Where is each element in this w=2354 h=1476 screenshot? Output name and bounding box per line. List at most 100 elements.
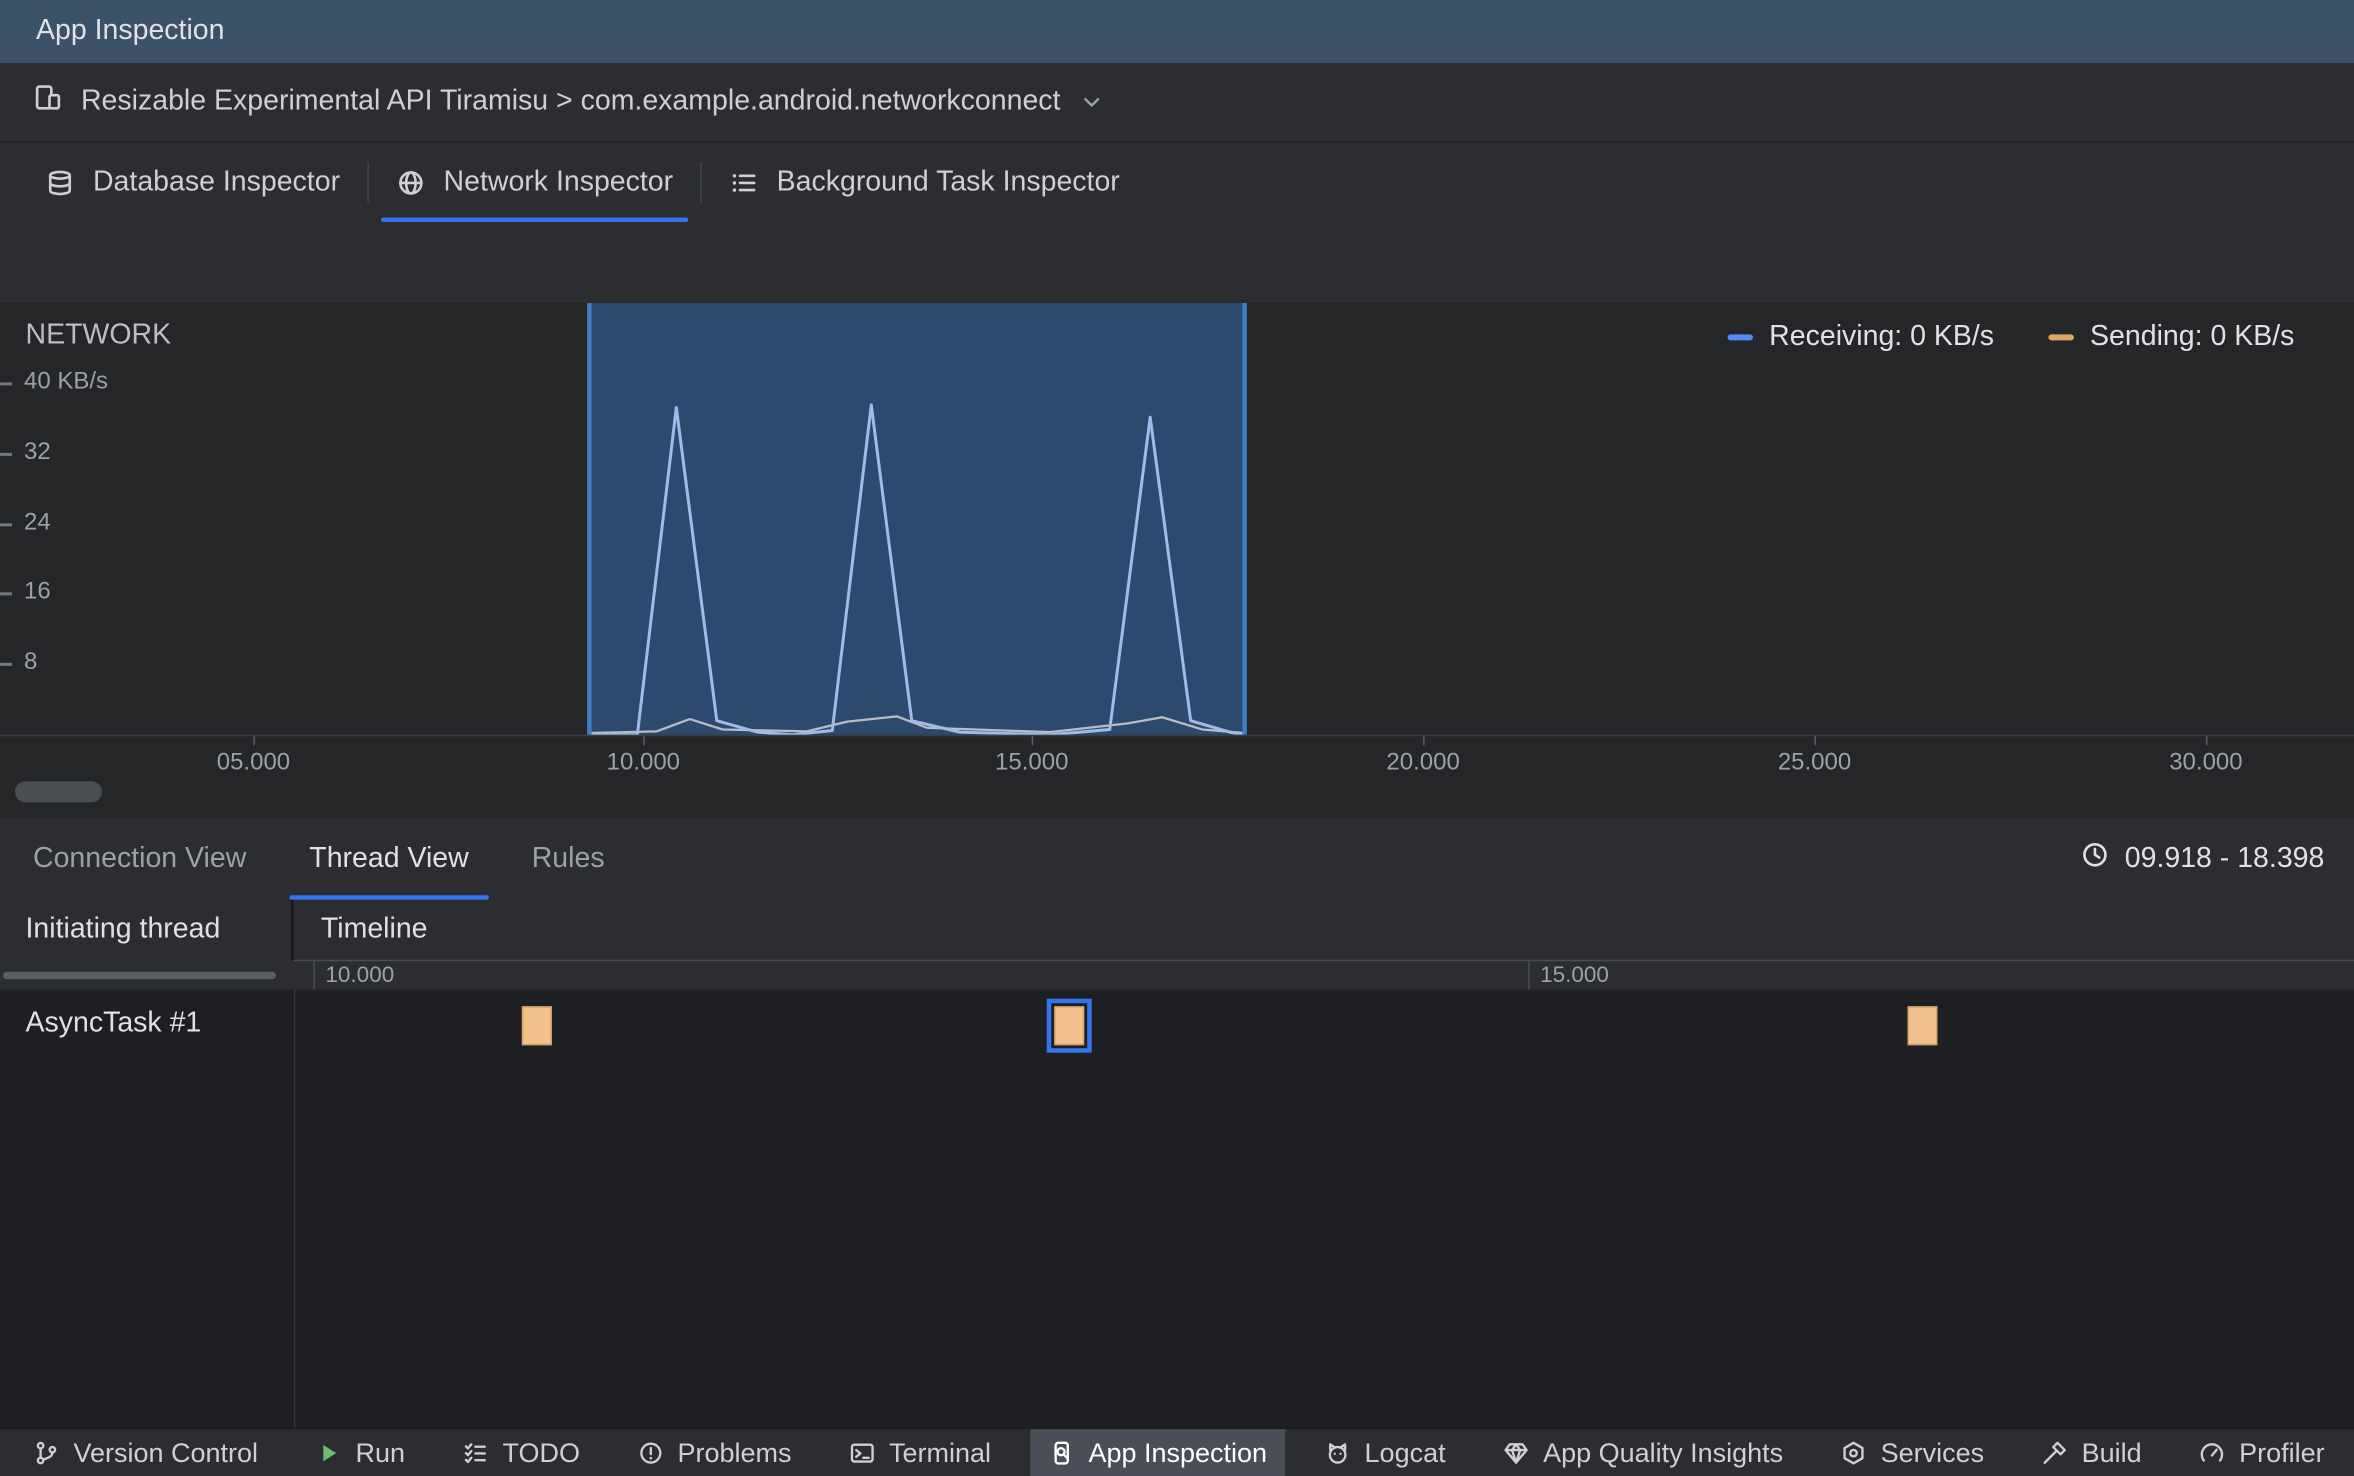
device-icon-slot	[33, 82, 63, 121]
view-tab-label: Thread View	[309, 842, 469, 874]
layout-device-icon	[35, 85, 61, 110]
toolwindow-button-services[interactable]: Services	[1822, 1429, 2002, 1476]
toolwindow-button-label: Logcat	[1364, 1437, 1446, 1468]
todo-icon	[464, 1443, 487, 1464]
view-tab-thread-view[interactable]: Thread View	[278, 817, 500, 900]
toolwindow-button-label: Problems	[677, 1437, 792, 1468]
toolwindow-button-label: Terminal	[888, 1437, 992, 1468]
tab-label: Database Inspector	[92, 165, 341, 198]
view-tab-label: Rules	[531, 842, 605, 874]
column-header-timeline: Timeline	[320, 913, 428, 945]
column-header-initiating-thread: Initiating thread	[0, 899, 294, 960]
process-selector-label: Resizable Experimental API Tiramisu > co…	[80, 85, 1061, 117]
thread-column-scrollbar[interactable]	[2, 971, 276, 980]
selection-right-edge[interactable]	[1242, 302, 1247, 735]
ruler-mark-line	[313, 959, 315, 990]
globe-icon	[398, 170, 423, 195]
selection-left-edge[interactable]	[587, 302, 592, 735]
toolwindow-button-todo[interactable]: TODO	[444, 1429, 598, 1476]
x-axis-label: 20.000	[1386, 749, 1460, 776]
selection-region[interactable]	[589, 302, 1245, 735]
tab-label: Network Inspector	[443, 165, 674, 198]
toolwindow-button-label: Build	[2081, 1437, 2142, 1468]
thread-table-body: AsyncTask #1	[0, 989, 2354, 1428]
toolwindow-button-label: TODO	[502, 1437, 581, 1468]
app-inspection-window: App Inspection Resizable Experimental AP…	[0, 0, 2354, 1476]
empty-toolbar-strip	[0, 221, 2354, 303]
tool-window-titlebar: App Inspection	[0, 0, 2354, 63]
toolwindow-button-logcat[interactable]: Logcat	[1306, 1429, 1464, 1476]
thread-table-header: Initiating thread Timeline	[0, 899, 2354, 962]
toolwindow-button-label: Profiler	[2239, 1437, 2325, 1468]
toolwindow-button-version-control[interactable]: Version Control	[15, 1429, 276, 1476]
x-axis-label: 30.000	[2169, 749, 2243, 776]
page-title: App Inspection	[35, 14, 225, 47]
branch-icon	[36, 1441, 57, 1465]
x-axis-tick	[1423, 736, 1425, 746]
selected-range-indicator: 09.918 - 18.398	[2080, 817, 2325, 899]
selected-range-label: 09.918 - 18.398	[2124, 842, 2325, 874]
toolwindow-button-run[interactable]: Run	[297, 1429, 423, 1476]
network-event-block[interactable]	[1907, 1006, 1938, 1046]
timeline-ruler: 10.000 15.000	[0, 959, 2354, 990]
thread-row-label: AsyncTask #1	[25, 1007, 202, 1040]
process-selector[interactable]: Resizable Experimental API Tiramisu > co…	[0, 62, 2354, 143]
x-axis-label: 25.000	[1777, 749, 1852, 776]
list-icon	[732, 173, 756, 192]
chart-baseline	[0, 734, 2354, 737]
view-tab-connection-view[interactable]: Connection View	[1, 817, 277, 899]
x-axis-label: 15.000	[995, 749, 1069, 776]
problems-icon	[639, 1442, 662, 1464]
terminal-icon	[850, 1443, 874, 1463]
ruler-mark-line	[1528, 959, 1530, 990]
tab-label: Background Task Inspector	[776, 165, 1120, 198]
view-tab-label: Connection View	[32, 842, 247, 874]
chart-scrollbar[interactable]	[14, 781, 102, 803]
screenshot-stage: App Inspection Resizable Experimental AP…	[0, 0, 2354, 1476]
x-axis-tick	[643, 736, 645, 746]
x-axis-tick	[1814, 736, 1817, 746]
toolwindow-button-profiler[interactable]: Profiler	[2181, 1429, 2343, 1476]
clock-icon-slot	[2080, 839, 2110, 878]
services-icon	[1843, 1441, 1864, 1465]
x-axis-tick	[2205, 736, 2208, 746]
network-event-block[interactable]	[521, 1006, 552, 1046]
logcat-icon	[1328, 1443, 1347, 1464]
x-axis-label: 10.000	[606, 749, 681, 776]
toolwindow-button-label: App Inspection	[1088, 1437, 1268, 1468]
column-divider	[293, 989, 296, 1428]
toolwindow-button-label: Version Control	[73, 1437, 259, 1468]
toolwindow-button-label: Services	[1880, 1437, 1985, 1468]
tab-database-inspector[interactable]: Database Inspector	[18, 142, 367, 221]
x-axis-tick	[1031, 736, 1034, 746]
network-chart-panel[interactable]: NETWORK Receiving: 0 KB/s Sending: 0 KB/s…	[0, 302, 2354, 819]
x-axis-label: 05.000	[216, 749, 291, 776]
database-icon	[48, 169, 72, 195]
toolwindow-button-app-inspection[interactable]: App Inspection	[1029, 1429, 1286, 1476]
network-usage-chart[interactable]	[0, 302, 2354, 735]
view-tabs: Connection View Thread View Rules 09.918 -…	[0, 817, 2354, 902]
run-icon	[323, 1445, 337, 1462]
toolwindow-button-terminal[interactable]: Terminal	[830, 1429, 1008, 1476]
view-tab-rules[interactable]: Rules	[500, 817, 636, 899]
chevron-slot[interactable]	[1078, 88, 1105, 115]
network-event-block-selected[interactable]	[1046, 998, 1092, 1053]
ruler-top-line	[293, 959, 2354, 962]
chevron-down-icon	[1084, 97, 1100, 107]
toolwindow-button-label: Run	[355, 1437, 406, 1468]
app-inspection-icon	[1054, 1441, 1069, 1465]
inspector-tabs: Database Inspector Network Inspector Backg…	[0, 142, 2354, 224]
tab-network-inspector[interactable]: Network Inspector	[369, 142, 701, 222]
toolwindow-button-build[interactable]: Build	[2023, 1429, 2160, 1476]
build-icon	[2043, 1441, 2067, 1464]
toolwindow-button-label: App Quality Insights	[1543, 1437, 1784, 1468]
toolwindow-button-app-quality-insights[interactable]: App Quality Insights	[1485, 1429, 1802, 1476]
insights-icon	[1504, 1443, 1528, 1464]
profiler-icon	[2200, 1443, 2224, 1462]
toolwindow-button-problems[interactable]: Problems	[619, 1429, 809, 1476]
tab-background-task-inspector[interactable]: Background Task Inspector	[702, 142, 1147, 221]
tool-window-bar: Version Control Run TODO Problems Terminal Ap…	[0, 1427, 2354, 1476]
clock-icon	[2082, 842, 2107, 866]
ruler-mark-label: 10.000	[325, 962, 395, 989]
ruler-mark-label: 15.000	[1540, 962, 1609, 989]
